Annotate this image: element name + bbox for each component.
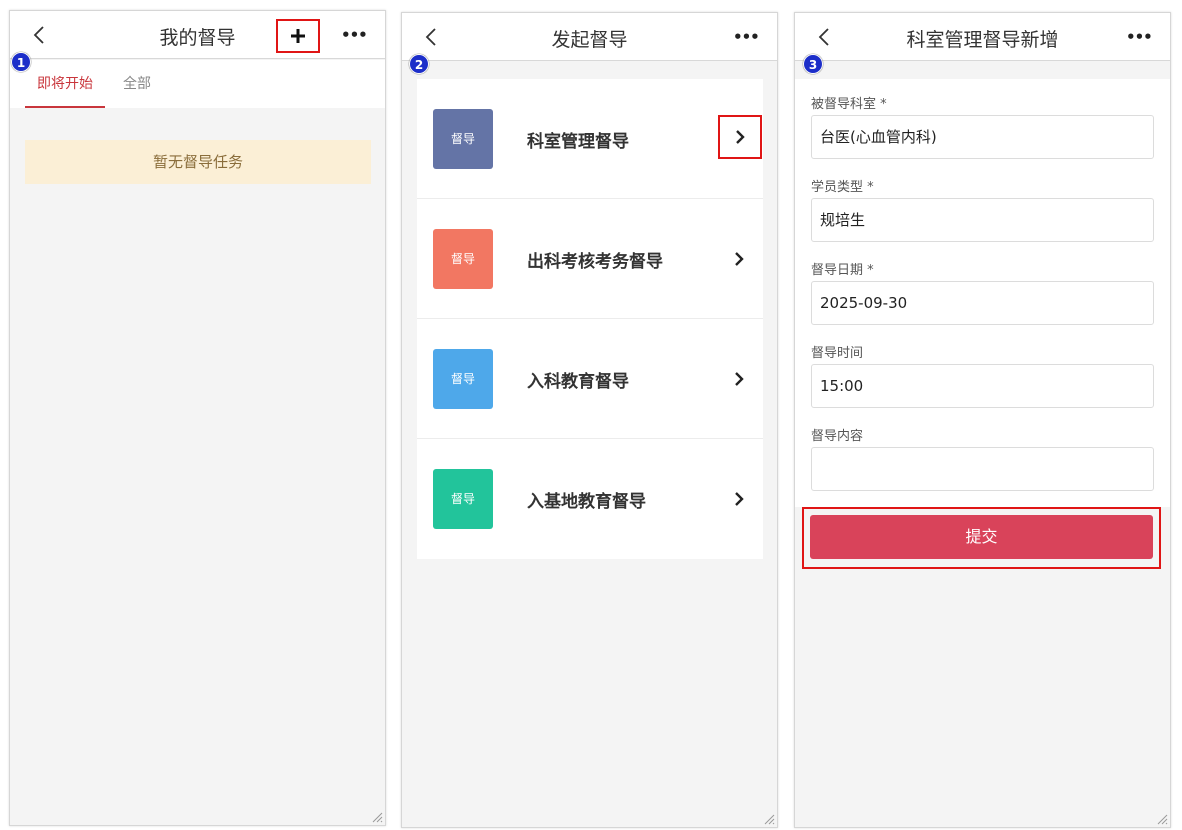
list-item-label: 入科教育督导 <box>527 372 629 392</box>
page-title: 科室管理督导新增 <box>906 29 1059 51</box>
submit-button[interactable]: 提交 <box>810 515 1153 559</box>
add-supervision-button[interactable] <box>276 19 320 53</box>
time-label: 督导时间 <box>811 346 864 361</box>
supervision-tile-icon: 督导 <box>433 469 493 529</box>
submit-highlight: 提交 <box>802 507 1161 569</box>
resize-grip-icon[interactable] <box>1156 813 1168 825</box>
plus-icon <box>291 29 305 43</box>
step-badge-1: 1 <box>11 52 31 72</box>
more-menu-button[interactable]: ••• <box>733 27 760 47</box>
list-item-label: 科室管理督导 <box>527 132 629 152</box>
resize-grip-icon[interactable] <box>763 813 775 825</box>
supervision-tile-icon: 督导 <box>433 349 493 409</box>
time-field[interactable]: 15:00 <box>811 364 1154 408</box>
chevron-right-icon[interactable] <box>729 369 749 389</box>
back-chevron-icon[interactable] <box>813 25 837 49</box>
supervision-form: 被督导科室 * 台医(心血管内科) 学员类型 * 规培生 督导日期 * 2025… <box>795 79 1170 507</box>
back-chevron-icon[interactable] <box>28 23 52 47</box>
page-title: 我的督导 <box>159 27 236 49</box>
department-supervision-new-screen: 科室管理督导新增 ••• 被督导科室 * 台医(心血管内科) 学员类型 * 规培… <box>794 12 1171 828</box>
tab-bar: 即将开始 全部 <box>10 60 385 108</box>
list-item-base-orientation[interactable]: 督导 入基地教育督导 <box>417 439 763 559</box>
supervision-type-list: 督导 科室管理督导 督导 出科考核考务督导 督导 入科教育督导 督导 入基地教育… <box>417 79 763 559</box>
header: 我的督导 ••• <box>10 11 385 59</box>
trainee-type-label: 学员类型 * <box>811 180 874 195</box>
step-badge-2: 2 <box>409 54 429 74</box>
step-badge-3: 3 <box>803 54 823 74</box>
start-supervision-screen: 发起督导 ••• 督导 科室管理督导 督导 出科考核考务督导 督导 入科教育督导… <box>401 12 778 828</box>
list-item-exit-exam[interactable]: 督导 出科考核考务督导 <box>417 199 763 319</box>
content-field[interactable] <box>811 447 1154 491</box>
resize-grip-icon[interactable] <box>371 811 383 823</box>
date-field[interactable]: 2025-09-30 <box>811 281 1154 325</box>
list-item-department-management[interactable]: 督导 科室管理督导 <box>417 79 763 199</box>
chevron-right-icon[interactable] <box>729 489 749 509</box>
content-label: 督导内容 <box>811 429 864 444</box>
date-label: 督导日期 * <box>811 263 874 278</box>
header: 发起督导 ••• <box>402 13 777 61</box>
list-item-label: 入基地教育督导 <box>527 492 646 512</box>
page-title: 发起督导 <box>551 29 628 51</box>
chevron-right-icon[interactable] <box>718 115 762 159</box>
list-item-dept-orientation[interactable]: 督导 入科教育督导 <box>417 319 763 439</box>
trainee-type-field[interactable]: 规培生 <box>811 198 1154 242</box>
list-item-label: 出科考核考务督导 <box>527 252 663 272</box>
tab-all[interactable]: 全部 <box>105 60 169 108</box>
header: 科室管理督导新增 ••• <box>795 13 1170 61</box>
my-supervision-screen: 我的督导 ••• 即将开始 全部 暂无督导任务 <box>9 10 386 826</box>
back-chevron-icon[interactable] <box>420 25 444 49</box>
supervision-tile-icon: 督导 <box>433 109 493 169</box>
tab-upcoming[interactable]: 即将开始 <box>25 60 105 108</box>
more-menu-button[interactable]: ••• <box>1126 27 1153 47</box>
more-menu-button[interactable]: ••• <box>341 25 368 45</box>
department-label: 被督导科室 * <box>811 97 887 112</box>
chevron-right-icon[interactable] <box>729 249 749 269</box>
empty-state-message: 暂无督导任务 <box>25 140 371 184</box>
supervision-tile-icon: 督导 <box>433 229 493 289</box>
department-field[interactable]: 台医(心血管内科) <box>811 115 1154 159</box>
